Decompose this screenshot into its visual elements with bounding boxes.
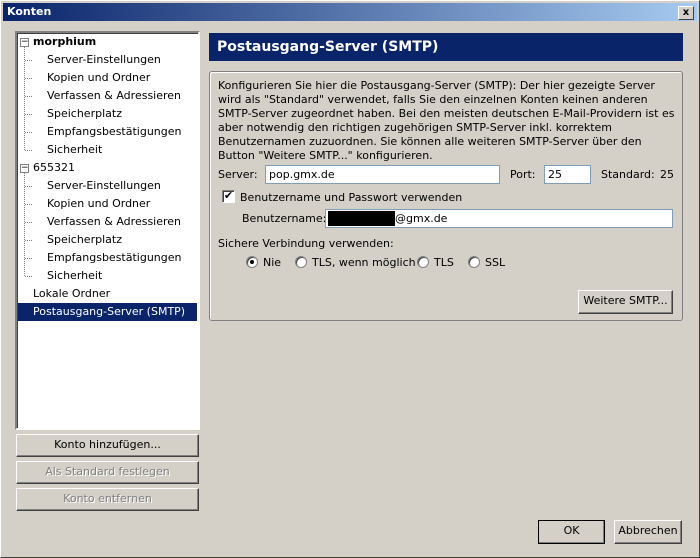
server-label: Server:: [218, 168, 258, 181]
ok-button[interactable]: OK: [538, 520, 605, 544]
remove-account-button[interactable]: Konto entfernen: [16, 488, 199, 511]
secure-tls-label: TLS: [434, 256, 454, 269]
secure-tls-if-possible-radio[interactable]: [295, 256, 307, 268]
tree-branch: [25, 222, 32, 223]
tree-item-disk-space[interactable]: Speicherplatz: [47, 105, 122, 123]
set-default-button[interactable]: Als Standard festlegen: [16, 461, 199, 484]
tree-branch: [25, 132, 32, 133]
port-input[interactable]: 25: [544, 165, 591, 184]
tree-branch: [25, 60, 32, 61]
tree-item-receipts[interactable]: Empfangsbestätigungen: [47, 123, 182, 141]
auth-checkbox[interactable]: ✔: [222, 190, 235, 203]
tree-item-disk-space[interactable]: Speicherplatz: [47, 231, 122, 249]
redacted-username: [328, 211, 395, 226]
secure-ssl-label: SSL: [485, 256, 506, 269]
secure-tls-if-possible-label: TLS, wenn möglich: [312, 256, 416, 269]
tree-branch: [25, 276, 32, 277]
tree-item-server-settings[interactable]: Server-Einstellungen: [47, 51, 161, 69]
tree-branch: [25, 150, 32, 151]
collapse-icon[interactable]: −: [20, 164, 29, 173]
close-icon: x: [682, 7, 690, 18]
standard-port-value: 25: [660, 168, 674, 181]
collapse-icon[interactable]: −: [20, 38, 29, 47]
username-input[interactable]: @gmx.de: [325, 209, 673, 228]
accounts-dialog: Konten x − morphium Server-Einstellungen…: [0, 0, 700, 558]
tree-item-server-settings[interactable]: Server-Einstellungen: [47, 177, 161, 195]
tree-account-morphium[interactable]: morphium: [33, 33, 96, 51]
auth-checkbox-label: Benutzername und Passwort verwenden: [240, 191, 463, 204]
tree-item-composition[interactable]: Verfassen & Adressieren: [47, 213, 181, 231]
tree-item-receipts[interactable]: Empfangsbestätigungen: [47, 249, 182, 267]
tree-branch: [25, 258, 32, 259]
cancel-button[interactable]: Abbrechen: [614, 520, 682, 544]
secure-connection-label: Sichere Verbindung verwenden:: [218, 237, 394, 250]
secure-never-radio[interactable]: [246, 256, 258, 268]
tree-line: [24, 173, 25, 276]
close-button[interactable]: x: [678, 6, 694, 20]
standard-port-label: Standard:: [601, 168, 655, 181]
tree-item-smtp[interactable]: Postausgang-Server (SMTP): [18, 303, 197, 321]
tree-item-security[interactable]: Sicherheit: [47, 141, 102, 159]
secure-ssl-radio[interactable]: [468, 256, 480, 268]
tree-item-copies-folders[interactable]: Kopien und Ordner: [47, 69, 150, 87]
tree-branch: [25, 78, 32, 79]
title-bar[interactable]: Konten x: [3, 3, 697, 21]
server-input[interactable]: pop.gmx.de: [265, 165, 500, 184]
tree-line: [24, 47, 25, 150]
panel-title: Postausgang-Server (SMTP): [209, 33, 683, 61]
username-suffix: @gmx.de: [395, 212, 448, 225]
more-smtp-button[interactable]: Weitere SMTP...: [578, 290, 673, 314]
tree-branch: [25, 204, 32, 205]
tree-account-655321[interactable]: 655321: [33, 159, 75, 177]
account-tree[interactable]: − morphium Server-Einstellungen Kopien u…: [15, 31, 200, 430]
tree-item-copies-folders[interactable]: Kopien und Ordner: [47, 195, 150, 213]
smtp-description: Konfigurieren Sie hier die Postausgang-S…: [218, 79, 675, 162]
username-label: Benutzername:: [242, 212, 327, 225]
checkmark-icon: ✔: [223, 189, 234, 202]
add-account-button[interactable]: Konto hinzufügen...: [16, 434, 199, 457]
tree-branch: [25, 240, 32, 241]
secure-tls-radio[interactable]: [417, 256, 429, 268]
tree-item-security[interactable]: Sicherheit: [47, 267, 102, 285]
tree-branch: [25, 186, 32, 187]
secure-never-label: Nie: [263, 256, 282, 269]
window-title: Konten: [7, 5, 52, 18]
tree-branch: [25, 96, 32, 97]
tree-branch: [25, 114, 32, 115]
tree-item-composition[interactable]: Verfassen & Adressieren: [47, 87, 181, 105]
tree-item-local-folders[interactable]: Lokale Ordner: [33, 285, 110, 303]
port-label: Port:: [510, 168, 536, 181]
